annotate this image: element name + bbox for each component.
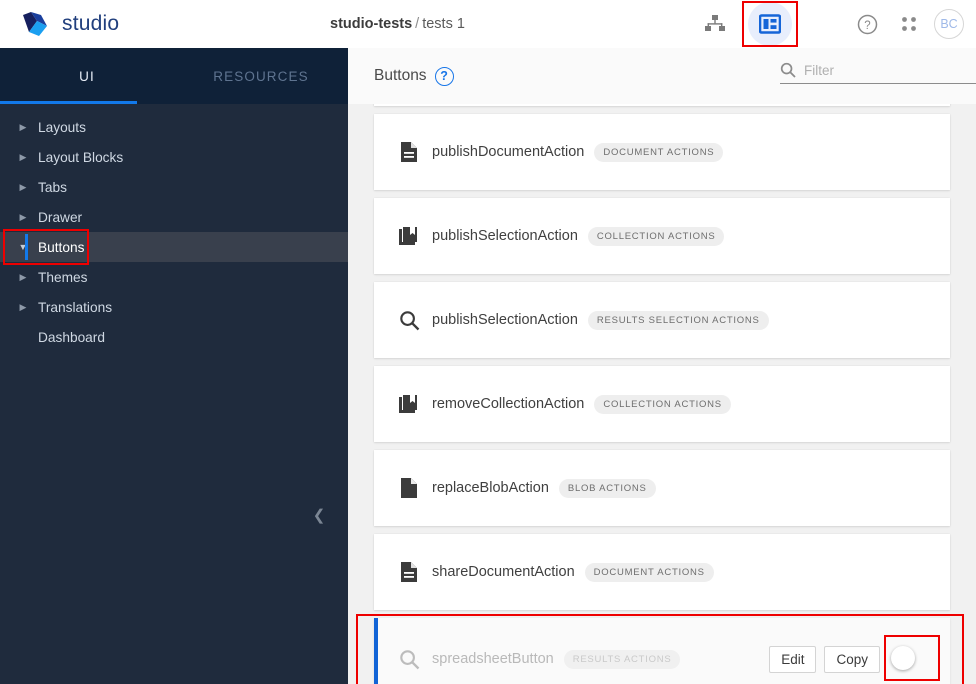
chevron-right-icon[interactable]: ▶	[14, 272, 32, 283]
page-title: Buttons	[374, 67, 427, 84]
breadcrumb-branch: tests 1	[422, 15, 465, 32]
dashboard-icon	[759, 14, 781, 34]
sidebar: UI RESOURCES ▶ Layouts ▶ Layout Blocks ▶…	[0, 48, 348, 684]
table-row[interactable]: shareDocumentAction DOCUMENT ACTIONS	[374, 534, 950, 610]
table-row-selected[interactable]: spreadsheetButton RESULTS ACTIONS Edit C…	[374, 618, 950, 684]
sidebar-item-drawer[interactable]: ▶ Drawer	[0, 202, 348, 232]
document-icon	[398, 141, 420, 163]
filter-field[interactable]	[780, 62, 976, 84]
row-name: removeCollectionAction	[432, 396, 585, 412]
breadcrumb-separator: /	[415, 15, 420, 32]
apps-grid-icon[interactable]	[892, 7, 926, 41]
sidebar-item-dashboard[interactable]: Dashboard	[0, 322, 348, 352]
enable-toggle[interactable]	[884, 635, 940, 681]
search-icon	[780, 62, 796, 78]
sidebar-item-label: Layout Blocks	[38, 149, 124, 165]
sidebar-item-layouts[interactable]: ▶ Layouts	[0, 112, 348, 142]
sidebar-item-label: Themes	[38, 269, 88, 285]
top-bar-icons: ? BC	[698, 0, 976, 48]
row-name: spreadsheetButton	[432, 651, 554, 667]
sidebar-selection-bar	[25, 234, 28, 260]
sidebar-item-label: Drawer	[38, 209, 83, 225]
table-row[interactable]: removeCollectionAction COLLECTION ACTION…	[374, 366, 950, 442]
chevron-right-icon[interactable]: ▶	[14, 182, 32, 193]
sidebar-item-translations[interactable]: ▶ Translations	[0, 292, 348, 322]
sidebar-item-themes[interactable]: ▶ Themes	[0, 262, 348, 292]
avatar[interactable]: BC	[934, 9, 964, 39]
sidebar-item-label: Buttons	[38, 239, 85, 255]
toggle-knob	[891, 646, 915, 670]
buttons-list: publishDocumentAction DOCUMENT ACTIONS p…	[348, 104, 976, 684]
brand[interactable]: studio	[0, 9, 330, 39]
row-category-chip: RESULTS ACTIONS	[563, 649, 681, 669]
help-icon[interactable]: ?	[850, 7, 884, 41]
row-selection-bar	[374, 618, 378, 684]
nuxeo-logo-icon	[20, 9, 50, 39]
document-icon	[398, 561, 420, 583]
row-name: shareDocumentAction	[432, 564, 575, 580]
chevron-right-icon[interactable]: ▶	[14, 152, 32, 163]
row-category-chip: DOCUMENT ACTIONS	[584, 562, 714, 582]
top-bar: studio studio-tests / tests 1 ? BC	[0, 0, 976, 48]
sidebar-item-label: Tabs	[38, 179, 67, 195]
brand-name: studio	[62, 11, 120, 35]
row-name: replaceBlobAction	[432, 480, 549, 496]
collection-icon	[398, 393, 420, 415]
sidebar-nav: ▶ Layouts ▶ Layout Blocks ▶ Tabs ▶ Drawe…	[0, 104, 348, 352]
svg-text:?: ?	[864, 20, 870, 32]
row-name: publishDocumentAction	[432, 144, 585, 160]
row-name: publishSelectionAction	[432, 312, 578, 328]
row-category-chip: COLLECTION ACTIONS	[594, 394, 731, 414]
chevron-right-icon[interactable]: ▶	[14, 122, 32, 133]
dashboard-icon-wrapper[interactable]	[742, 0, 798, 48]
table-row[interactable]: publishSelectionAction RESULTS SELECTION…	[374, 282, 950, 358]
table-row[interactable]: publishSelectionAction COLLECTION ACTION…	[374, 198, 950, 274]
edit-button[interactable]: Edit	[769, 645, 817, 673]
hierarchy-icon[interactable]	[698, 7, 732, 41]
row-category-chip: COLLECTION ACTIONS	[587, 226, 725, 246]
studio-app-window: studio studio-tests / tests 1 ? BC UI RE…	[0, 0, 976, 684]
sidebar-item-label: Layouts	[38, 119, 86, 135]
collection-icon	[398, 225, 420, 247]
row-name: publishSelectionAction	[432, 228, 578, 244]
breadcrumb-project: studio-tests	[330, 15, 413, 32]
sidebar-item-label: Dashboard	[38, 329, 105, 345]
row-category-chip: RESULTS SELECTION ACTIONS	[587, 310, 769, 330]
row-actions: Edit Copy	[769, 635, 940, 681]
help-icon[interactable]: ?	[434, 66, 454, 86]
row-category-chip: DOCUMENT ACTIONS	[594, 142, 724, 162]
chevron-right-icon[interactable]: ▶	[14, 302, 32, 313]
dashboard-icon-ring	[748, 2, 792, 46]
table-row[interactable]: publishDocumentAction DOCUMENT ACTIONS	[374, 114, 950, 190]
sidebar-item-buttons[interactable]: ▼ Buttons	[0, 229, 348, 265]
breadcrumb[interactable]: studio-tests / tests 1	[330, 16, 465, 32]
tab-resources[interactable]: RESOURCES	[174, 48, 348, 104]
blob-icon	[398, 477, 420, 499]
chevron-down-icon[interactable]: ▼	[14, 242, 32, 252]
sidebar-item-tabs[interactable]: ▶ Tabs	[0, 172, 348, 202]
search-input[interactable]	[804, 62, 964, 78]
row-category-chip: BLOB ACTIONS	[558, 478, 656, 498]
active-tab-underline	[0, 101, 137, 104]
chevron-right-icon[interactable]: ▶	[14, 212, 32, 223]
copy-button[interactable]: Copy	[824, 645, 880, 673]
content-panel: Buttons ? Filter publishDocumentAction D…	[348, 48, 976, 684]
table-row[interactable]: replaceBlobAction BLOB ACTIONS	[374, 450, 950, 526]
sidebar-tabs: UI RESOURCES	[0, 48, 348, 104]
search-icon	[398, 309, 420, 331]
search-icon	[398, 648, 420, 670]
table-row[interactable]	[374, 104, 950, 106]
sidebar-item-label: Translations	[38, 299, 113, 315]
sidebar-item-layout-blocks[interactable]: ▶ Layout Blocks	[0, 142, 348, 172]
tab-ui[interactable]: UI	[0, 48, 174, 104]
chevron-left-icon[interactable]: ❮	[308, 503, 330, 527]
content-header: Buttons ?	[348, 48, 976, 104]
